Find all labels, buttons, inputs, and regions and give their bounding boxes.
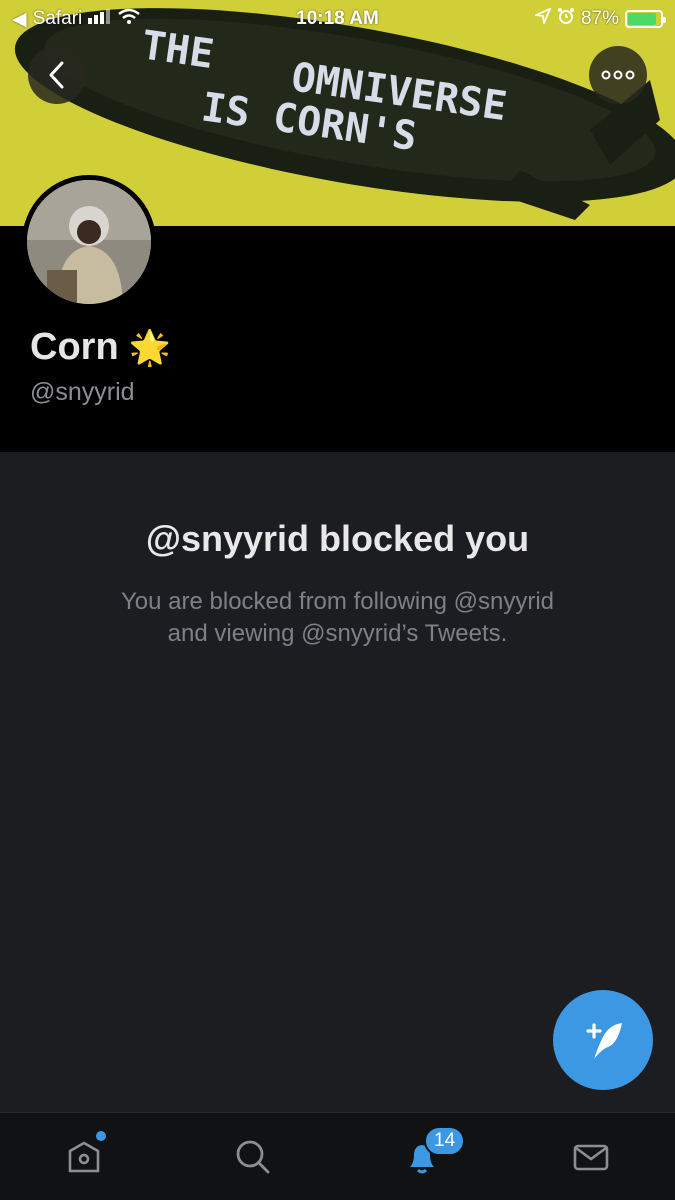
location-icon <box>532 7 552 30</box>
chevron-left-icon <box>49 61 64 89</box>
search-icon <box>236 1140 270 1173</box>
blocked-description-line1: You are blocked from following @snyyrid <box>120 588 555 615</box>
tab-notifications[interactable] <box>338 1113 507 1200</box>
compose-tweet-button[interactable] <box>553 990 653 1090</box>
back-arrow-icon[interactable]: ◀ <box>12 8 27 31</box>
home-icon <box>69 1141 100 1172</box>
battery-icon <box>625 10 666 28</box>
blocked-description: You are blocked from following @snyyrid … <box>60 586 615 650</box>
mail-icon <box>573 1144 608 1170</box>
tab-home[interactable] <box>0 1113 169 1200</box>
home-new-dot <box>96 1131 106 1141</box>
status-bar: ◀ Safari 10:18 AM 87% <box>0 0 675 38</box>
tab-search[interactable] <box>169 1113 338 1200</box>
alarm-icon <box>557 7 575 31</box>
signal-icon <box>88 8 112 30</box>
tab-messages[interactable] <box>506 1113 675 1200</box>
more-options-button[interactable] <box>589 46 647 104</box>
profile-handle: @snyyrid <box>30 378 135 406</box>
star-emoji-icon: 🌟 <box>128 328 171 367</box>
battery-fill <box>628 13 656 25</box>
avatar[interactable] <box>22 175 156 309</box>
wifi-icon <box>118 8 141 30</box>
display-name-text: Corn <box>30 326 119 368</box>
blocked-title: @snyyrid blocked you <box>145 518 530 559</box>
status-time: 10:18 AM <box>296 8 379 29</box>
back-button[interactable] <box>28 46 86 104</box>
more-dots-icon <box>601 70 635 80</box>
notification-badge: 14 <box>424 1126 466 1156</box>
battery-percent: 87% <box>580 8 619 29</box>
bottom-tab-bar <box>0 1112 675 1200</box>
back-app-label[interactable]: Safari <box>33 8 83 30</box>
compose-feather-icon <box>586 1023 622 1059</box>
display-name: Corn 🌟 <box>30 326 171 369</box>
blocked-description-line2: and viewing @snyyrid’s Tweets. <box>167 620 508 647</box>
